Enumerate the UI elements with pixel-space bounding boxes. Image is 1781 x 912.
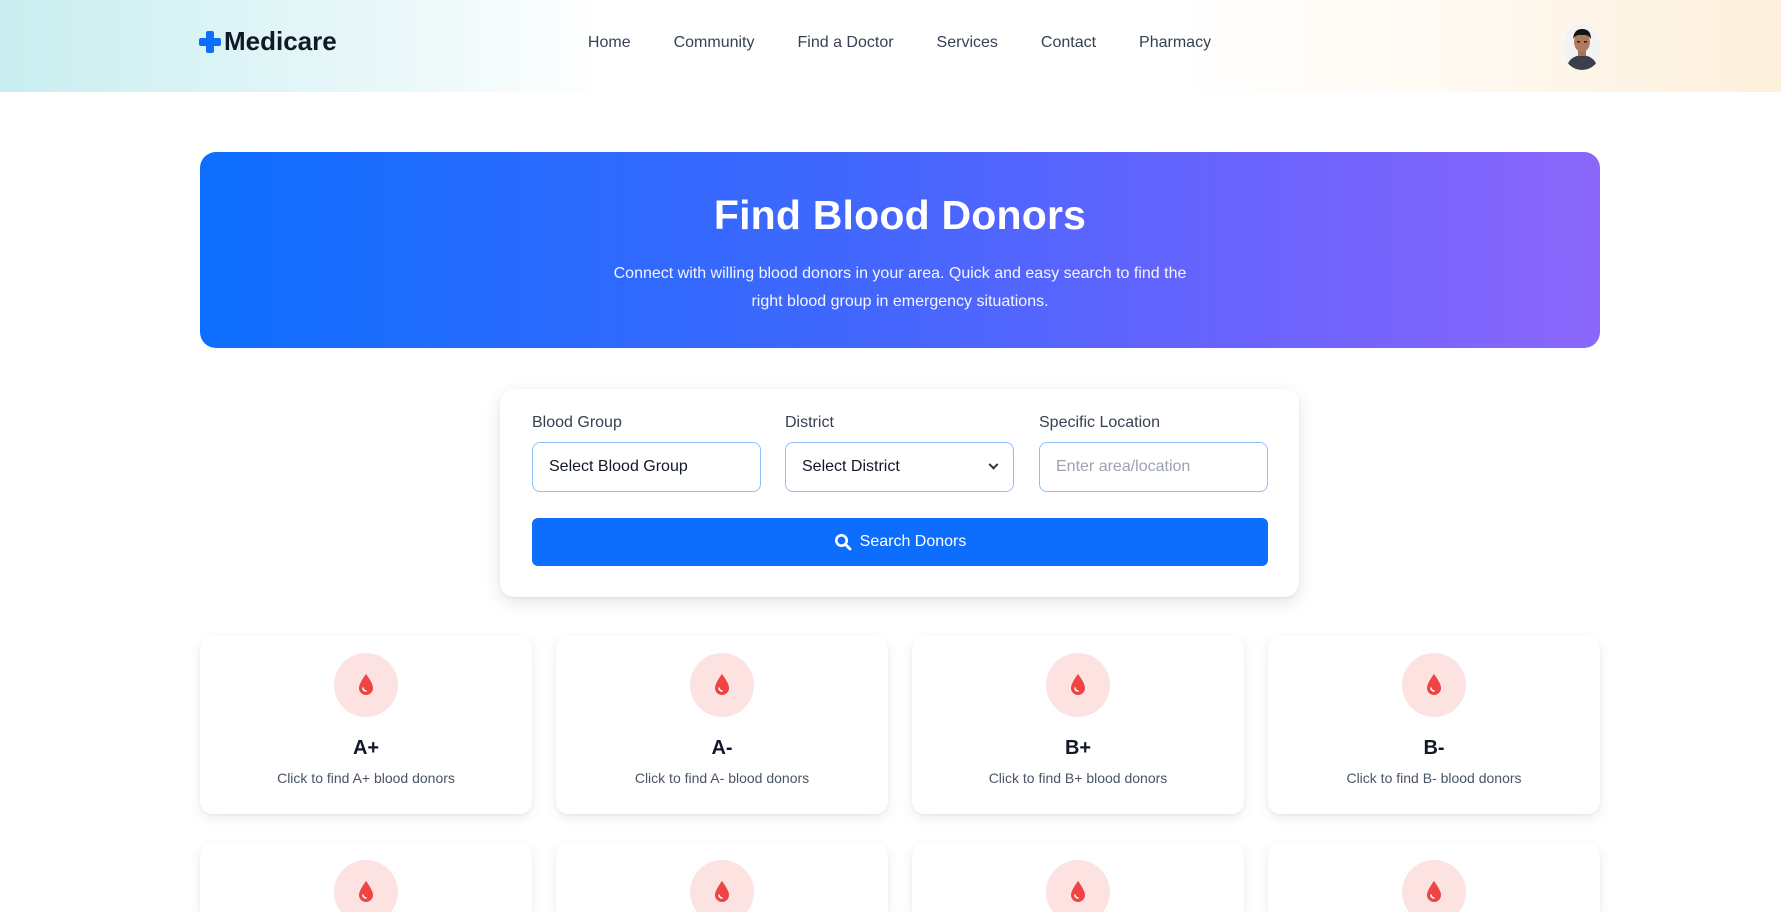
nav-find-doctor[interactable]: Find a Doctor [798,34,894,52]
user-avatar-image [1564,24,1600,70]
drop-icon-circle [334,860,398,912]
drop-icon-circle [1402,860,1466,912]
blood-group-label: Blood Group [532,414,622,431]
nav-contact[interactable]: Contact [1041,34,1096,52]
blood-group-desc: Click to find B- blood donors [1346,770,1522,786]
district-field: District Select District [785,414,1014,492]
blood-group-card[interactable] [912,843,1244,912]
blood-group-value: Select Blood Group [549,458,688,475]
user-avatar[interactable] [1564,24,1600,70]
main-nav: Home Community Find a Doctor Services Co… [0,0,1781,85]
blood-drop-icon [359,674,373,695]
search-icon [834,534,852,551]
blood-group-select[interactable]: Select Blood Group [532,442,761,492]
blood-drop-icon [715,881,729,902]
blood-group-desc: Click to find A+ blood donors [277,770,455,786]
district-select[interactable]: Select District [785,442,1014,492]
donor-search-form: Blood Group Select Blood Group District … [500,389,1299,597]
blood-group-card[interactable] [200,843,532,912]
blood-group-desc: Click to find B+ blood donors [988,770,1168,786]
drop-icon-circle [1046,860,1110,912]
nav-community[interactable]: Community [674,34,755,52]
chevron-down-icon [988,459,999,470]
blood-drop-icon [1427,881,1441,902]
blood-group-card-b-positive[interactable]: B+ Click to find B+ blood donors [912,636,1244,814]
location-label: Specific Location [1039,414,1160,431]
hero-title: Find Blood Donors [713,192,1087,238]
blood-drop-icon [359,881,373,902]
nav-home[interactable]: Home [588,34,631,52]
drop-icon-circle [334,653,398,717]
blood-group-card-a-negative[interactable]: A- Click to find A- blood donors [556,636,888,814]
blood-drop-icon [1427,674,1441,695]
hero-banner: Find Blood Donors Connect with willing b… [200,152,1600,348]
blood-group-field: Blood Group Select Blood Group [532,414,761,492]
drop-icon-circle [690,653,754,717]
blood-drop-icon [1071,881,1085,902]
district-label: District [785,414,834,431]
nav-services[interactable]: Services [937,34,998,52]
blood-group-desc: Click to find A- blood donors [634,770,810,786]
drop-icon-circle [690,860,754,912]
blood-drop-icon [1071,674,1085,695]
blood-drop-icon [715,674,729,695]
blood-group-name: B- [1423,737,1445,759]
nav-pharmacy[interactable]: Pharmacy [1139,34,1211,52]
drop-icon-circle [1046,653,1110,717]
search-donors-label: Search Donors [859,533,967,550]
search-donors-button[interactable]: Search Donors [532,518,1268,566]
blood-group-name: A- [711,737,733,759]
blood-group-card[interactable] [556,843,888,912]
hero-subtitle: Connect with willing blood donors in you… [613,265,1187,310]
drop-icon-circle [1402,653,1466,717]
blood-group-name: A+ [352,737,380,759]
blood-group-card-a-positive[interactable]: A+ Click to find A+ blood donors [200,636,532,814]
blood-group-card[interactable] [1268,843,1600,912]
site-header: Medicare Home Community Find a Doctor Se… [0,0,1781,92]
location-field: Specific Location [1039,414,1268,492]
blood-group-card-b-negative[interactable]: B- Click to find B- blood donors [1268,636,1600,814]
district-value: Select District [802,458,900,475]
location-input[interactable] [1039,442,1268,492]
blood-group-name: B+ [1064,737,1092,759]
